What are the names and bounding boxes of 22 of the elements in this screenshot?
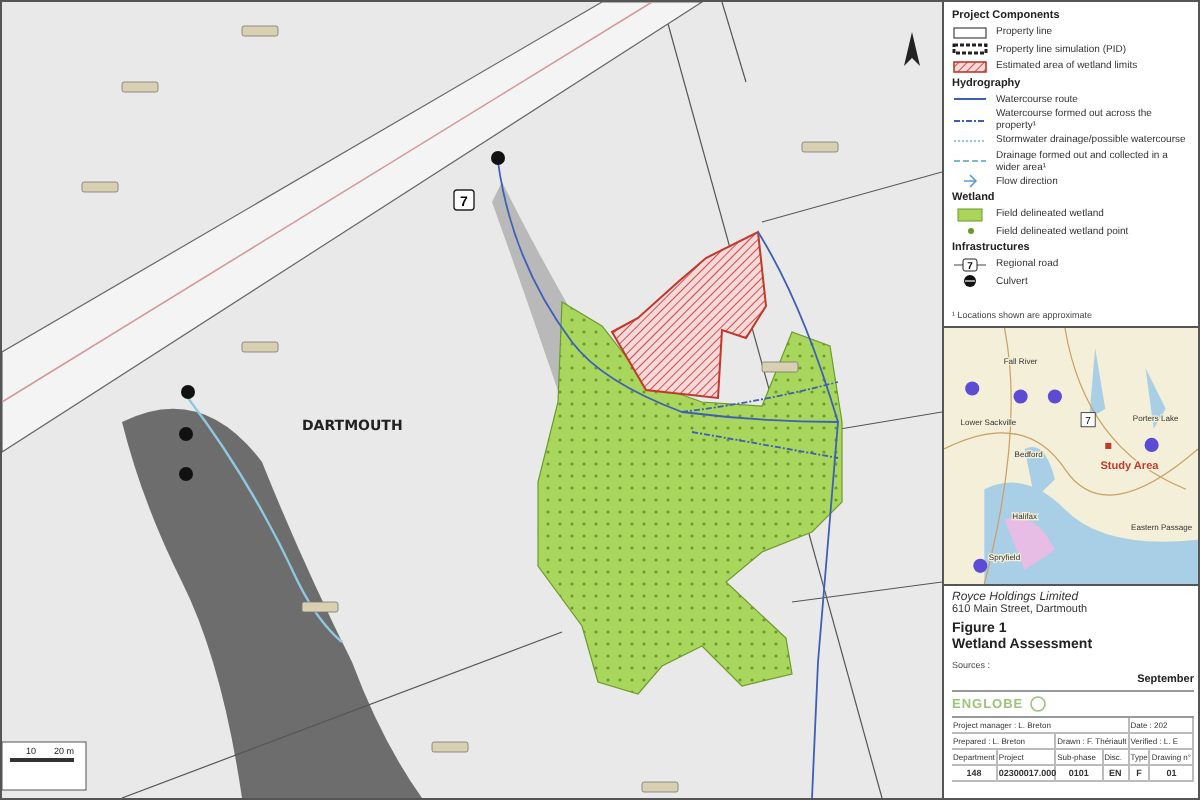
parcel-id-tag — [121, 81, 159, 93]
globe-icon — [1029, 696, 1046, 712]
parcel-id-tag — [241, 341, 279, 353]
study-area-marker — [1105, 442, 1112, 449]
dash-dot-line-swatch — [952, 154, 988, 168]
parcel-id-tag — [81, 181, 119, 193]
north-arrow-icon — [904, 32, 920, 66]
dashed-swatch — [952, 42, 988, 57]
parcel-id-tag — [761, 361, 799, 373]
hatched-swatch — [952, 59, 988, 74]
parcel-id-tag — [431, 741, 469, 753]
culvert-icon — [179, 467, 193, 481]
parcel-id-tag — [301, 601, 339, 613]
culvert-icon — [491, 151, 505, 165]
wetland-swatch — [952, 207, 988, 222]
parcel-id-tag — [241, 25, 279, 37]
property-line-swatch — [952, 25, 988, 40]
culvert-icon — [179, 427, 193, 441]
point-icon — [967, 228, 973, 235]
culvert-icon — [181, 385, 195, 399]
parcel-id-tag — [801, 141, 839, 153]
parcel-id-tag — [641, 781, 679, 793]
